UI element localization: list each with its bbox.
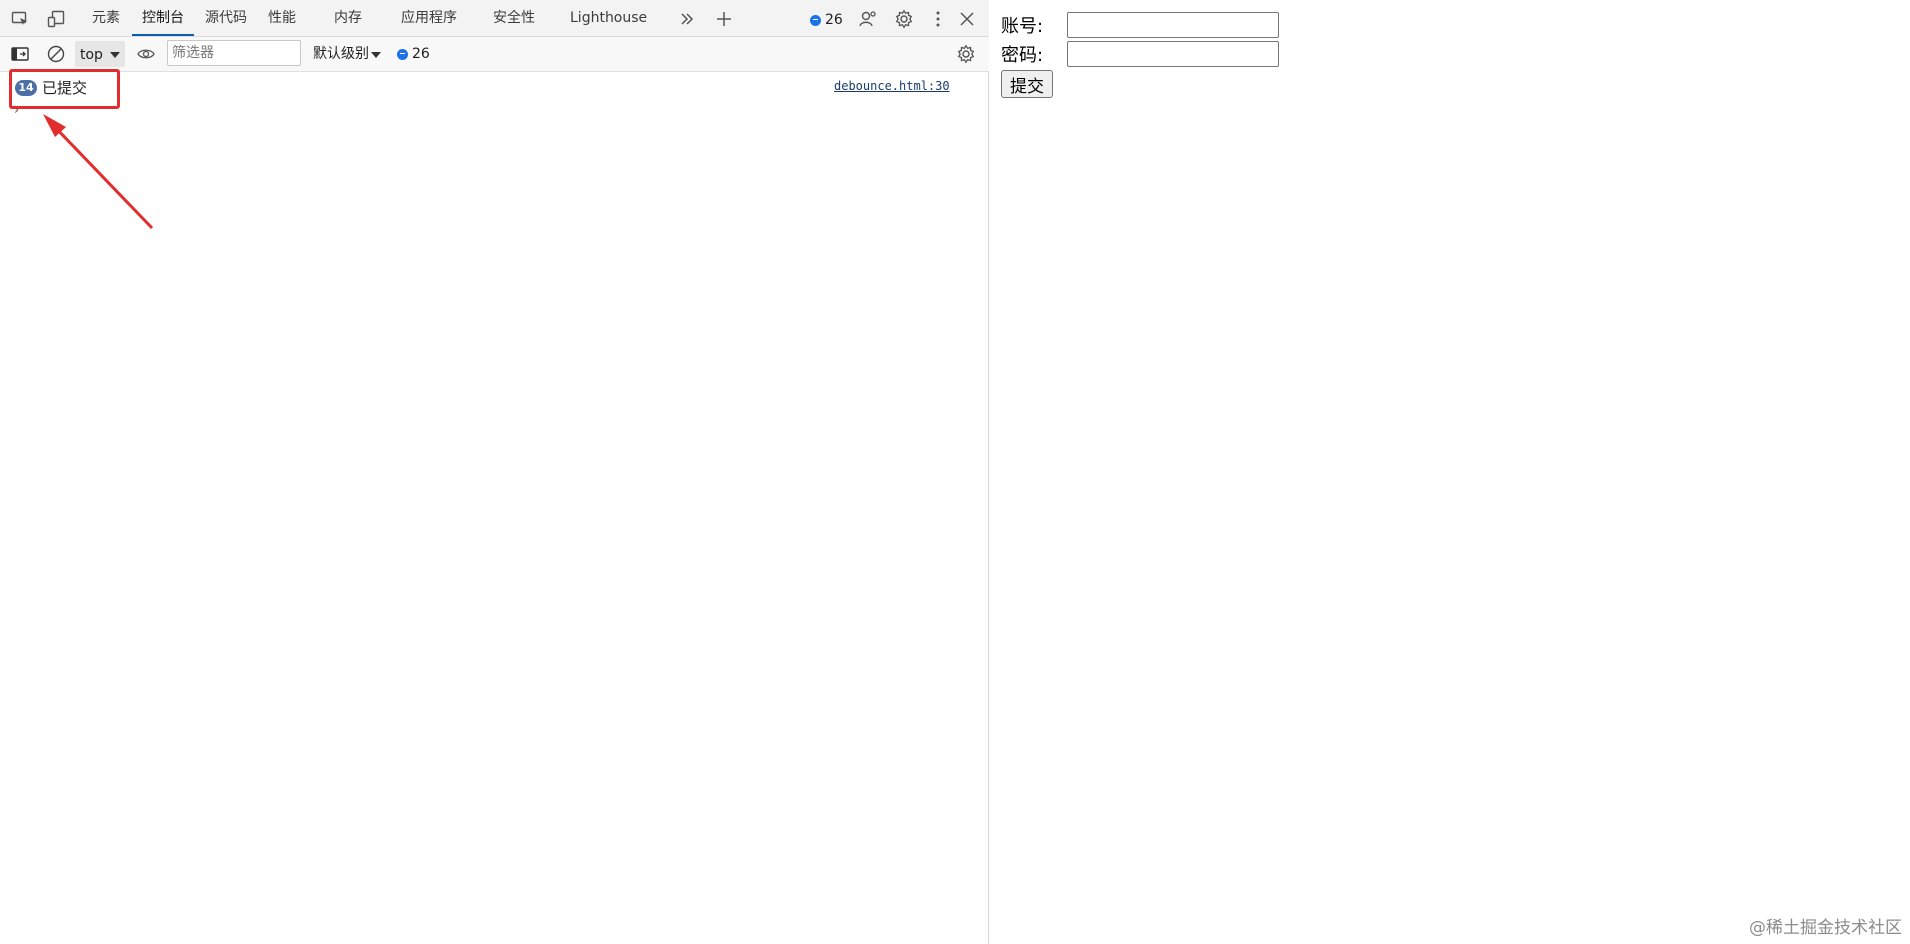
password-row: 密码: (1001, 41, 1279, 67)
tab-lighthouse[interactable]: Lighthouse (570, 0, 647, 36)
password-input[interactable] (1067, 41, 1279, 67)
chevron-down-icon (371, 52, 381, 58)
watermark: @稀土掘金技术社区 (1749, 918, 1902, 938)
add-tab-icon[interactable] (712, 7, 736, 31)
issues-count: 26 (825, 12, 843, 28)
log-level-value: 默认级别 (313, 46, 369, 62)
account-label: 账号: (1001, 16, 1044, 37)
console-settings-gear-icon[interactable] (954, 42, 978, 66)
password-label: 密码: (1001, 45, 1044, 66)
tab-security[interactable]: 安全性 (490, 0, 538, 36)
submit-button[interactable]: 提交 (1001, 70, 1053, 98)
message-icon (397, 48, 408, 60)
settings-gear-icon[interactable] (892, 7, 916, 31)
close-icon[interactable] (955, 7, 979, 31)
customize-icon[interactable] (856, 7, 880, 31)
issues-badge[interactable]: 26 (810, 11, 843, 29)
tab-performance[interactable]: 性能 (264, 0, 300, 36)
tab-sources[interactable]: 源代码 (203, 0, 249, 36)
source-location-link[interactable]: debounce.html:30 (834, 79, 950, 93)
tab-application[interactable]: 应用程序 (397, 0, 461, 36)
log-level-selector[interactable]: 默认级别 (313, 41, 385, 67)
toolbar-issues-count: 26 (412, 46, 430, 62)
page-preview: 账号: 密码: 提交 @稀土掘金技术社区 (991, 0, 1910, 944)
message-icon (810, 14, 821, 26)
tab-memory[interactable]: 内存 (330, 0, 366, 36)
devtools-panel: 元素 控制台 源代码 性能 内存 应用程序 安全性 Lighthouse 26 (0, 0, 989, 944)
annotation-arrow-icon (43, 114, 154, 230)
account-row: 账号: (1001, 12, 1279, 38)
toolbar-issues-counter[interactable]: 26 (397, 46, 430, 62)
more-options-icon[interactable] (926, 7, 950, 31)
account-input[interactable] (1067, 12, 1279, 38)
more-tabs-icon[interactable] (675, 7, 699, 31)
